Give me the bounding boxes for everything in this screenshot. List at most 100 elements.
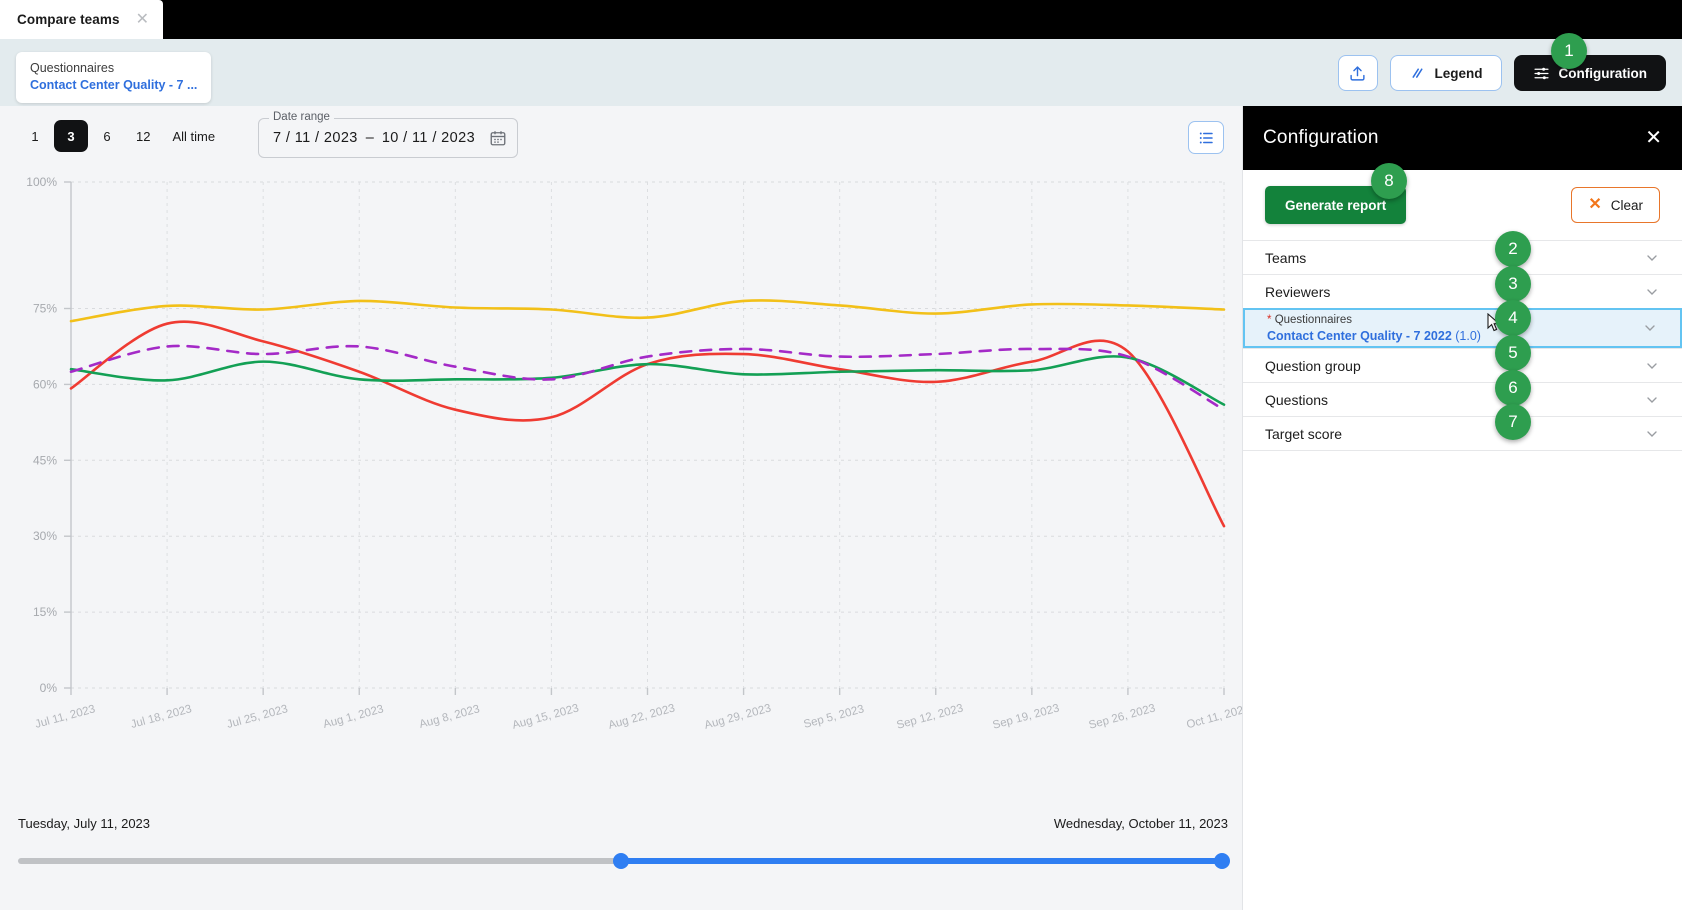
breadcrumb[interactable]: Questionnaires Contact Center Quality - … [16, 52, 212, 103]
accordion-label: Reviewers [1265, 283, 1331, 300]
timeline-end-date: Wednesday, October 11, 2023 [1053, 816, 1228, 831]
y-axis-tick: 45% [33, 453, 57, 467]
x-axis-tick: Aug 29, 2023 [703, 702, 772, 731]
configuration-panel: Configuration ✕ Generate report ✕ Clear … [1242, 106, 1682, 910]
header-actions: Legend Configuration [1337, 55, 1666, 91]
badge-4: 4 [1495, 300, 1531, 336]
accordion-row-reviewers[interactable]: Reviewers [1243, 274, 1682, 308]
x-axis-tick: Jul 25, 2023 [226, 703, 290, 731]
period-12[interactable]: 12 [126, 120, 160, 152]
chevron-down-icon[interactable] [1644, 392, 1660, 408]
date-range-legend: Date range [269, 111, 334, 123]
y-axis-tick: 75% [33, 302, 57, 316]
chevron-down-icon[interactable] [1644, 250, 1660, 266]
accordion-row-questionnaires[interactable]: * Questionnaires Contact Center Quality … [1243, 308, 1682, 348]
accordion-label: Question group [1265, 357, 1361, 374]
y-axis-tick: 60% [33, 377, 57, 391]
comparison-line-chart: 100% 75% 60% 45% 30% 15% 0% Jul 11, 2023 Jul 18,… [0, 168, 1242, 786]
x-axis-tick: Jul 11, 2023 [34, 703, 97, 731]
calendar-icon[interactable] [489, 129, 507, 147]
period-1[interactable]: 1 [18, 120, 52, 152]
slider-fill [616, 858, 1228, 864]
y-axis-tick: 15% [33, 605, 57, 619]
accordion-label: Target score [1265, 425, 1343, 442]
tab-label: Compare teams [17, 12, 120, 27]
slider-thumb-end[interactable] [1214, 853, 1230, 869]
tab-strip: Compare teams ✕ [0, 0, 1682, 39]
badge-1: 1 [1551, 33, 1587, 69]
x-axis-tick: Aug 1, 2023 [322, 703, 385, 731]
accordion-row-teams[interactable]: Teams [1243, 240, 1682, 274]
badge-2: 2 [1495, 231, 1531, 267]
chevron-down-icon[interactable] [1644, 358, 1660, 374]
x-axis-tick: Aug 8, 2023 [418, 703, 481, 731]
y-axis-tick: 30% [33, 529, 57, 543]
accordion-label: Questions [1265, 391, 1329, 408]
y-axis-tick: 0% [40, 681, 58, 695]
clear-button[interactable]: ✕ Clear [1571, 187, 1660, 223]
accordion-row-question-group[interactable]: Question group [1243, 348, 1682, 382]
accordion-selected-value: Contact Center Quality - 7 2022 (1.0) [1267, 329, 1481, 343]
close-icon[interactable]: ✕ [136, 11, 149, 28]
configuration-button[interactable]: Configuration [1513, 55, 1666, 91]
x-axis-tick: Sep 5, 2023 [802, 703, 865, 731]
y-axis-tick: 100% [26, 175, 57, 189]
date-range-start[interactable]: 7 / 11 / 2023 [273, 130, 358, 146]
badge-7: 7 [1495, 404, 1531, 440]
timeline-date-labels: Tuesday, July 11, 2023 Wednesday, Octobe… [18, 816, 1228, 831]
period-6[interactable]: 6 [90, 120, 124, 152]
tab-compare-teams[interactable]: Compare teams ✕ [0, 0, 163, 39]
badge-3: 3 [1495, 266, 1531, 302]
period-3[interactable]: 3 [54, 120, 88, 152]
clear-button-label: Clear [1610, 197, 1643, 213]
export-button[interactable] [1337, 55, 1378, 91]
configuration-panel-title: Configuration [1263, 127, 1379, 148]
chevron-down-icon[interactable] [1642, 320, 1658, 336]
accordion-label-wrap: * Questionnaires [1267, 313, 1481, 327]
timeline-footer: Tuesday, July 11, 2023 Wednesday, Octobe… [0, 786, 1242, 910]
breadcrumb-value[interactable]: Contact Center Quality - 7 ... [30, 77, 197, 94]
slider-thumb-start[interactable] [613, 853, 630, 869]
header-bar: Questionnaires Contact Center Quality - … [0, 39, 1682, 106]
configuration-actions: Generate report ✕ Clear [1243, 170, 1682, 240]
app-root: Compare teams ✕ Questionnaires Contact C… [0, 0, 1682, 910]
chart-canvas: 100% 75% 60% 45% 30% 15% 0% Jul 11, 2023 Jul 18,… [26, 175, 1242, 732]
required-asterisk: * [1267, 314, 1272, 326]
date-range-field[interactable]: Date range 7 / 11 / 2023 – 10 / 11 / 202… [258, 111, 518, 158]
x-axis-tick: Sep 26, 2023 [1088, 702, 1157, 731]
legend-button[interactable]: Legend [1389, 55, 1502, 91]
period-all-time[interactable]: All time [162, 120, 225, 152]
accordion-row-target-score[interactable]: Target score [1243, 416, 1682, 450]
x-axis-tick: Oct 11, 2023 [1185, 703, 1242, 731]
badge-6: 6 [1495, 370, 1531, 406]
date-range-end[interactable]: 10 / 11 / 2023 [382, 130, 475, 146]
list-view-toggle[interactable] [1188, 121, 1224, 154]
questionnaire-version: (1.0) [1455, 329, 1481, 343]
accordion-row-questions[interactable]: Questions [1243, 382, 1682, 416]
sliders-icon [1533, 67, 1549, 79]
badge-8: 8 [1371, 163, 1407, 199]
accordion-selected-content: * Questionnaires Contact Center Quality … [1267, 313, 1481, 343]
x-axis-tick: Sep 12, 2023 [895, 702, 964, 731]
x-axis-tick: Aug 22, 2023 [607, 702, 676, 731]
chart-toolbar: 1 3 6 12 All time Date range 7 / 11 / 20… [0, 106, 1242, 168]
accordion-label: Teams [1265, 249, 1307, 266]
period-selector: 1 3 6 12 All time [18, 120, 225, 152]
legend-button-label: Legend [1434, 65, 1483, 81]
x-axis-tick: Jul 18, 2023 [129, 703, 193, 731]
generate-report-label: Generate report [1285, 197, 1387, 213]
upload-icon [1350, 65, 1365, 81]
list-view-icon [1199, 132, 1213, 143]
accordion-label: Questionnaires [1274, 314, 1353, 326]
timeline-start-date: Tuesday, July 11, 2023 [18, 816, 151, 831]
close-icon[interactable]: ✕ [1645, 128, 1662, 148]
breadcrumb-title: Questionnaires [30, 61, 115, 75]
badge-5: 5 [1495, 335, 1531, 371]
x-axis-tick: Sep 19, 2023 [991, 702, 1060, 731]
x-icon: ✕ [1588, 196, 1602, 213]
date-range-separator: – [365, 130, 374, 146]
timeline-slider[interactable] [18, 852, 1230, 870]
chevron-down-icon[interactable] [1644, 426, 1660, 442]
chevron-down-icon[interactable] [1644, 284, 1660, 300]
configuration-panel-header: Configuration ✕ [1243, 106, 1682, 170]
